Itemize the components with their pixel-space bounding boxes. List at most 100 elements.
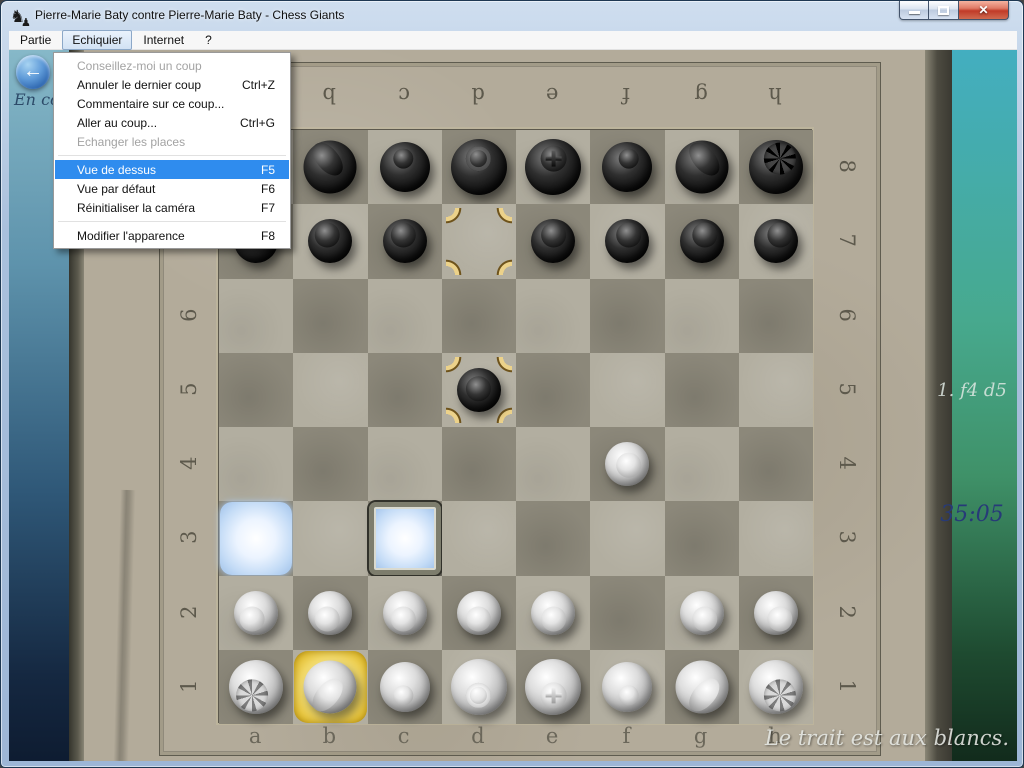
- square-e7[interactable]: [516, 204, 590, 278]
- square-h6[interactable]: [739, 279, 813, 353]
- back-button[interactable]: ←: [16, 55, 50, 89]
- square-h3[interactable]: [739, 501, 813, 575]
- square-g5[interactable]: [665, 353, 739, 427]
- square-e3[interactable]: [516, 501, 590, 575]
- square-c2[interactable]: [368, 576, 442, 650]
- square-e8[interactable]: [516, 130, 590, 204]
- square-a1[interactable]: [219, 650, 293, 724]
- piece-black-pawn-h7[interactable]: [754, 219, 798, 263]
- square-d4[interactable]: [442, 427, 516, 501]
- menu-item-commentaire-sur-ce-coup[interactable]: Commentaire sur ce coup...: [55, 94, 289, 113]
- piece-black-pawn-e7[interactable]: [531, 219, 575, 263]
- square-c6[interactable]: [368, 279, 442, 353]
- square-b7[interactable]: [293, 204, 367, 278]
- square-e4[interactable]: [516, 427, 590, 501]
- square-d1[interactable]: [442, 650, 516, 724]
- square-f2[interactable]: [590, 576, 664, 650]
- minimize-button[interactable]: [899, 1, 929, 20]
- square-e5[interactable]: [516, 353, 590, 427]
- square-g2[interactable]: [665, 576, 739, 650]
- menu-echiquier[interactable]: Echiquier: [62, 30, 132, 50]
- square-g6[interactable]: [665, 279, 739, 353]
- piece-black-pawn-g7[interactable]: [680, 219, 724, 263]
- square-h1[interactable]: [739, 650, 813, 724]
- square-b5[interactable]: [293, 353, 367, 427]
- square-g8[interactable]: [665, 130, 739, 204]
- piece-white-pawn-g2[interactable]: [680, 591, 724, 635]
- square-d2[interactable]: [442, 576, 516, 650]
- square-a5[interactable]: [219, 353, 293, 427]
- piece-black-bishop-f8[interactable]: [602, 142, 652, 192]
- square-b8[interactable]: [293, 130, 367, 204]
- square-d6[interactable]: [442, 279, 516, 353]
- square-d5[interactable]: [442, 353, 516, 427]
- square-h2[interactable]: [739, 576, 813, 650]
- square-f4[interactable]: [590, 427, 664, 501]
- square-b1[interactable]: [293, 650, 367, 724]
- square-c7[interactable]: [368, 204, 442, 278]
- square-f3[interactable]: [590, 501, 664, 575]
- square-g4[interactable]: [665, 427, 739, 501]
- maximize-button[interactable]: [929, 1, 959, 20]
- piece-black-knight-g8[interactable]: [675, 141, 728, 194]
- title-bar[interactable]: ♞♟ Pierre-Marie Baty contre Pierre-Marie…: [1, 1, 1023, 31]
- piece-white-bishop-c1[interactable]: [380, 662, 430, 712]
- square-b4[interactable]: [293, 427, 367, 501]
- square-b3[interactable]: [293, 501, 367, 575]
- square-d7[interactable]: [442, 204, 516, 278]
- square-e6[interactable]: [516, 279, 590, 353]
- menu-internet[interactable]: Internet: [133, 30, 194, 50]
- square-c5[interactable]: [368, 353, 442, 427]
- square-f6[interactable]: [590, 279, 664, 353]
- piece-white-pawn-e2[interactable]: [531, 591, 575, 635]
- menu-item-aller-au-coup[interactable]: Aller au coup...Ctrl+G: [55, 113, 289, 132]
- menu-item-annuler-le-dernier-coup[interactable]: Annuler le dernier coupCtrl+Z: [55, 75, 289, 94]
- square-h7[interactable]: [739, 204, 813, 278]
- piece-black-king-e8[interactable]: [525, 139, 581, 195]
- piece-white-pawn-h2[interactable]: [754, 591, 798, 635]
- menu-item-vue-par-d-faut[interactable]: Vue par défautF6: [55, 179, 289, 198]
- piece-white-rook-a1[interactable]: [229, 660, 283, 714]
- menu-partie[interactable]: Partie: [10, 30, 61, 50]
- piece-white-knight-b1[interactable]: [304, 660, 357, 713]
- square-a3[interactable]: [219, 501, 293, 575]
- square-h4[interactable]: [739, 427, 813, 501]
- piece-black-pawn-d5[interactable]: [457, 368, 501, 412]
- square-g7[interactable]: [665, 204, 739, 278]
- piece-black-pawn-c7[interactable]: [383, 219, 427, 263]
- square-c8[interactable]: [368, 130, 442, 204]
- piece-white-pawn-d2[interactable]: [457, 591, 501, 635]
- piece-white-pawn-a2[interactable]: [234, 591, 278, 635]
- square-d3[interactable]: [442, 501, 516, 575]
- menu-item-modifier-l-apparence[interactable]: Modifier l'apparenceF8: [55, 226, 289, 245]
- piece-white-queen-d1[interactable]: [451, 659, 507, 715]
- square-a6[interactable]: [219, 279, 293, 353]
- square-f1[interactable]: [590, 650, 664, 724]
- square-e1[interactable]: [516, 650, 590, 724]
- square-b2[interactable]: [293, 576, 367, 650]
- square-b6[interactable]: [293, 279, 367, 353]
- menu-help[interactable]: ?: [195, 30, 222, 50]
- square-a2[interactable]: [219, 576, 293, 650]
- close-button[interactable]: ✕: [959, 1, 1009, 20]
- menu-item-vue-de-dessus[interactable]: Vue de dessusF5: [55, 160, 289, 179]
- piece-black-rook-h8[interactable]: [749, 140, 803, 194]
- square-c1[interactable]: [368, 650, 442, 724]
- square-f5[interactable]: [590, 353, 664, 427]
- square-f8[interactable]: [590, 130, 664, 204]
- menu-item-r-initialiser-la-cam-ra[interactable]: Réinitialiser la caméraF7: [55, 198, 289, 217]
- piece-black-queen-d8[interactable]: [451, 139, 507, 195]
- square-a4[interactable]: [219, 427, 293, 501]
- square-h8[interactable]: [739, 130, 813, 204]
- square-f7[interactable]: [590, 204, 664, 278]
- square-g1[interactable]: [665, 650, 739, 724]
- piece-black-knight-b8[interactable]: [304, 141, 357, 194]
- piece-white-king-e1[interactable]: [525, 659, 581, 715]
- piece-white-pawn-c2[interactable]: [383, 591, 427, 635]
- piece-white-rook-h1[interactable]: [749, 660, 803, 714]
- piece-black-bishop-c8[interactable]: [380, 142, 430, 192]
- square-c3[interactable]: [368, 501, 442, 575]
- piece-white-pawn-f4[interactable]: [605, 442, 649, 486]
- piece-white-knight-g1[interactable]: [675, 660, 728, 713]
- piece-black-pawn-b7[interactable]: [308, 219, 352, 263]
